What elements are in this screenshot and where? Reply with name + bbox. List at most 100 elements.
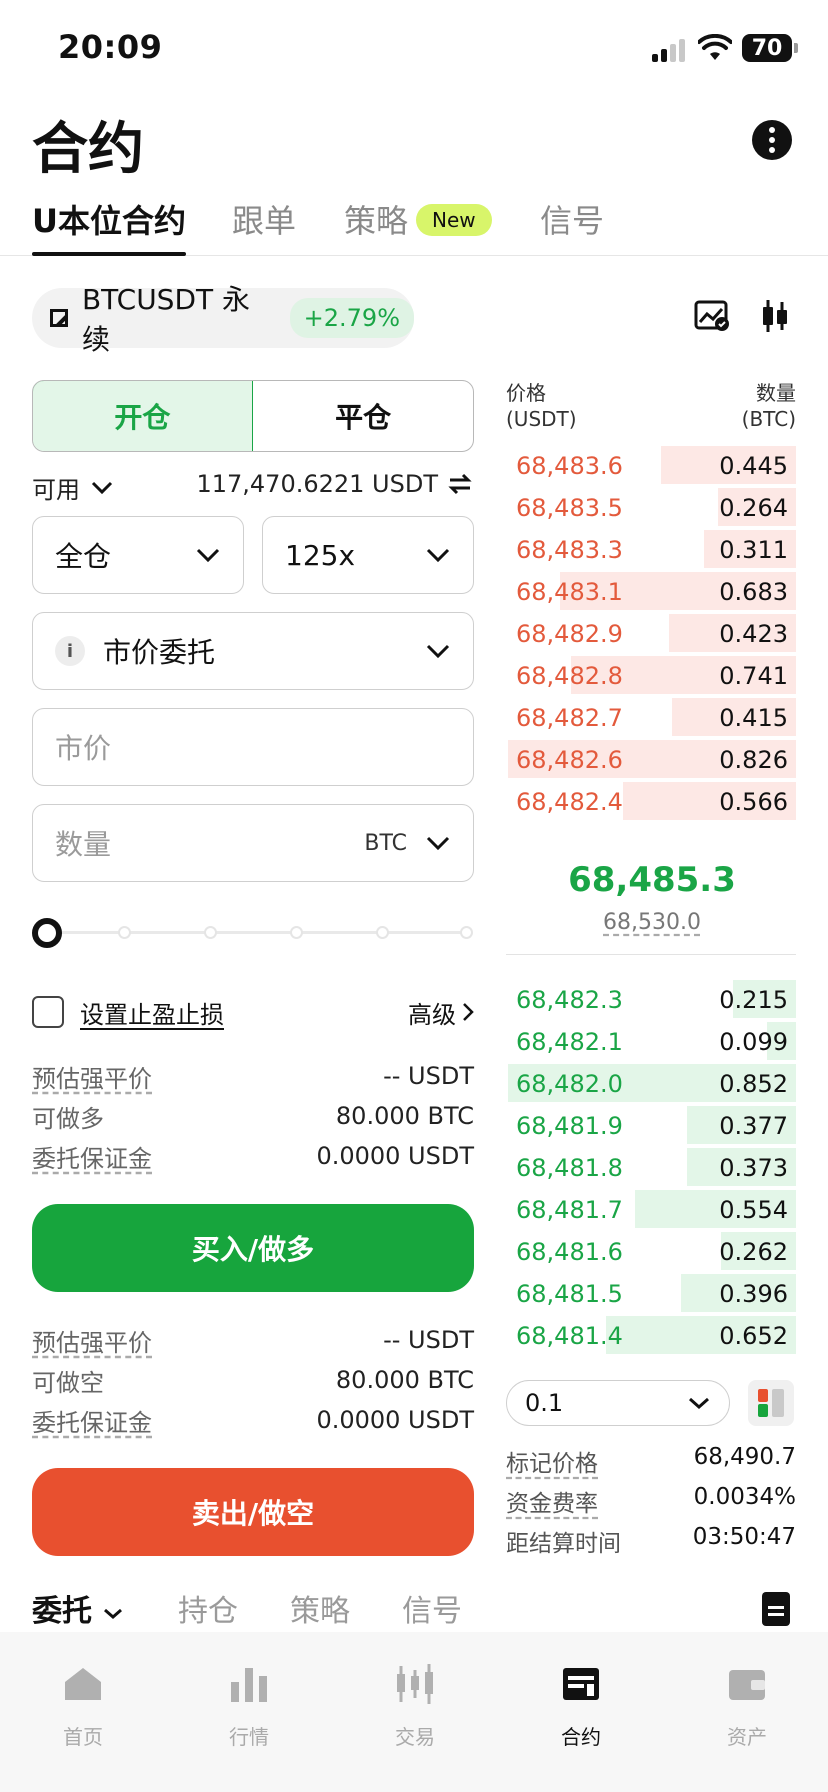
tab-orders[interactable]: 委托 bbox=[32, 1586, 124, 1630]
nav-market[interactable]: 行情 bbox=[194, 1662, 304, 1750]
ask-row[interactable]: 68,482.7 0.415 bbox=[508, 696, 796, 738]
buy-max-long-row: 可做多 80.000 BTC bbox=[32, 1098, 474, 1134]
more-options-icon[interactable] bbox=[752, 120, 792, 160]
tab-usdt-futures[interactable]: U本位合约 bbox=[32, 196, 186, 256]
quantity-slider[interactable] bbox=[32, 914, 474, 950]
ask-row[interactable]: 68,483.3 0.311 bbox=[508, 528, 796, 570]
depth-step-select[interactable]: 0.1 bbox=[506, 1380, 730, 1426]
nav-assets[interactable]: 资产 bbox=[692, 1662, 802, 1750]
chevron-down-icon bbox=[196, 548, 220, 563]
row-qty: 0.423 bbox=[719, 620, 788, 648]
row-qty: 0.396 bbox=[719, 1280, 788, 1308]
info-label[interactable]: 委托保证金 bbox=[32, 1139, 152, 1174]
slider-knob[interactable] bbox=[32, 918, 62, 948]
tab-copy-trading[interactable]: 跟单 bbox=[232, 196, 296, 254]
tab-signal[interactable]: 信号 bbox=[540, 196, 604, 254]
close-position-tab[interactable]: 平仓 bbox=[253, 381, 473, 451]
bid-row[interactable]: 68,481.9 0.377 bbox=[508, 1104, 796, 1146]
available-value: 117,470.6221 USDT bbox=[196, 470, 438, 498]
price-input[interactable]: 市价 bbox=[32, 708, 474, 786]
stat-label: 距结算时间 bbox=[506, 1531, 621, 1557]
row-qty: 0.373 bbox=[719, 1154, 788, 1182]
bid-row[interactable]: 68,482.1 0.099 bbox=[508, 1020, 796, 1062]
ask-row[interactable]: 68,482.6 0.826 bbox=[508, 738, 796, 780]
stat-value: 68,490.7 bbox=[693, 1444, 796, 1470]
pair-name: BTCUSDT 永续 bbox=[81, 283, 251, 356]
pair-selector[interactable]: BTCUSDT 永续 +2.79% bbox=[32, 283, 414, 356]
advanced-link[interactable]: 高级 bbox=[408, 995, 474, 1030]
open-position-tab[interactable]: 开仓 bbox=[33, 381, 254, 451]
transfer-icon[interactable] bbox=[448, 473, 472, 495]
tab-strategy[interactable]: 策略 bbox=[344, 196, 408, 254]
row-qty: 0.215 bbox=[719, 986, 788, 1014]
row-price: 68,482.1 bbox=[516, 1028, 623, 1056]
available-label: 可用 bbox=[32, 476, 80, 504]
bid-row[interactable]: 68,482.3 0.215 bbox=[508, 978, 796, 1020]
info-label[interactable]: 预估强平价 bbox=[32, 1059, 152, 1094]
tpsl-checkbox[interactable] bbox=[32, 996, 64, 1028]
row-qty: 0.445 bbox=[719, 452, 788, 480]
ask-row[interactable]: 68,482.8 0.741 bbox=[508, 654, 796, 696]
info-label[interactable]: 预估强平价 bbox=[32, 1323, 152, 1358]
price-placeholder: 市价 bbox=[55, 732, 112, 765]
margin-mode-select[interactable]: 全仓 bbox=[32, 516, 244, 594]
row-qty: 0.566 bbox=[719, 788, 788, 816]
nav-futures[interactable]: 合约 bbox=[526, 1662, 636, 1750]
info-label[interactable]: 委托保证金 bbox=[32, 1403, 152, 1438]
orderbook-layout-icon[interactable] bbox=[748, 1380, 794, 1426]
quantity-unit[interactable]: BTC bbox=[364, 831, 407, 856]
stat-value: 03:50:47 bbox=[692, 1524, 796, 1550]
candlestick-icon[interactable] bbox=[760, 298, 790, 334]
row-price: 68,483.3 bbox=[516, 536, 623, 564]
sell-short-button[interactable]: 卖出/做空 bbox=[32, 1468, 474, 1556]
cellular-signal-icon bbox=[652, 38, 685, 62]
chevron-down-icon[interactable] bbox=[425, 835, 451, 851]
tab-positions[interactable]: 持仓 bbox=[178, 1586, 238, 1630]
bid-row[interactable]: 68,481.4 0.652 bbox=[508, 1314, 796, 1356]
slider-step-100[interactable] bbox=[460, 926, 473, 939]
order-type-select[interactable]: i 市价委托 bbox=[32, 612, 474, 690]
page-title: 合约 bbox=[32, 117, 144, 182]
chevron-right-icon bbox=[463, 1003, 474, 1021]
open-close-toggle: 开仓 平仓 bbox=[32, 380, 474, 452]
bid-row[interactable]: 68,481.8 0.373 bbox=[508, 1146, 796, 1188]
bid-row[interactable]: 68,481.6 0.262 bbox=[508, 1230, 796, 1272]
slider-step-25[interactable] bbox=[118, 926, 131, 939]
nav-home[interactable]: 首页 bbox=[28, 1662, 138, 1750]
available-selector[interactable]: 可用 bbox=[32, 470, 114, 505]
battery-icon: 70 bbox=[742, 34, 798, 62]
stat-label[interactable]: 资金费率 bbox=[506, 1484, 598, 1517]
advanced-label: 高级 bbox=[408, 1000, 456, 1029]
info-label: 可做空 bbox=[32, 1368, 104, 1397]
mark-price-value[interactable]: 68,530.0 bbox=[603, 910, 701, 935]
tab-bottom-strategy[interactable]: 策略 bbox=[290, 1586, 350, 1630]
ask-row[interactable]: 68,482.4 0.566 bbox=[508, 780, 796, 822]
tpsl-label[interactable]: 设置止盈止损 bbox=[80, 995, 224, 1030]
ask-row[interactable]: 68,483.1 0.683 bbox=[508, 570, 796, 612]
info-icon[interactable]: i bbox=[55, 636, 85, 666]
ask-row[interactable]: 68,483.5 0.264 bbox=[508, 486, 796, 528]
bid-row[interactable]: 68,481.5 0.396 bbox=[508, 1272, 796, 1314]
row-price: 68,482.6 bbox=[516, 746, 623, 774]
bid-row[interactable]: 68,482.0 0.852 bbox=[508, 1062, 796, 1104]
slider-step-75[interactable] bbox=[290, 926, 303, 939]
tab-bottom-signal[interactable]: 信号 bbox=[402, 1586, 462, 1630]
document-icon[interactable] bbox=[762, 1592, 790, 1626]
pair-change-badge: +2.79% bbox=[289, 298, 414, 338]
chevron-down-icon bbox=[104, 1608, 123, 1619]
nav-trade[interactable]: 交易 bbox=[360, 1662, 470, 1750]
slider-step-50[interactable] bbox=[204, 926, 217, 939]
leverage-value: 125x bbox=[285, 538, 356, 572]
leverage-select[interactable]: 125x bbox=[262, 516, 474, 594]
row-qty: 0.264 bbox=[719, 494, 788, 522]
slider-step-90[interactable] bbox=[376, 926, 389, 939]
ask-row[interactable]: 68,483.6 0.445 bbox=[508, 444, 796, 486]
quantity-input[interactable]: 数量 BTC bbox=[32, 804, 474, 882]
chart-settings-icon[interactable] bbox=[694, 300, 730, 332]
stat-label[interactable]: 标记价格 bbox=[506, 1444, 598, 1477]
buy-long-button[interactable]: 买入/做多 bbox=[32, 1204, 474, 1292]
bottom-section-tabs: 委托 持仓 策略 信号 bbox=[32, 1586, 792, 1636]
row-price: 68,481.7 bbox=[516, 1196, 623, 1224]
bid-row[interactable]: 68,481.7 0.554 bbox=[508, 1188, 796, 1230]
ask-row[interactable]: 68,482.9 0.423 bbox=[508, 612, 796, 654]
